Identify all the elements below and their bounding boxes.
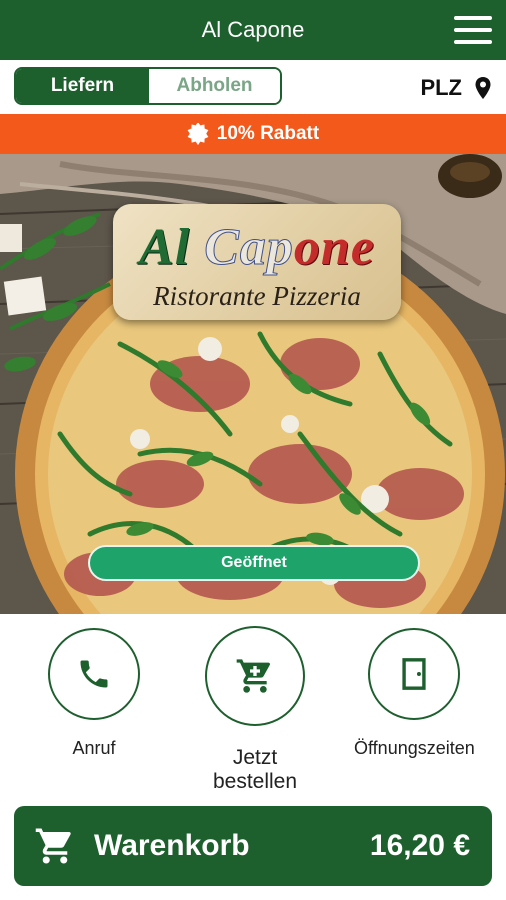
opening-hours-label: Öffnungszeiten bbox=[354, 738, 475, 758]
cart-total: 16,20 € bbox=[369, 829, 470, 862]
opening-hours-circle[interactable] bbox=[368, 628, 460, 720]
call-button[interactable]: Anruf bbox=[34, 628, 154, 759]
tab-pickup[interactable]: Abholen bbox=[149, 69, 280, 103]
logo-word-cap: Cap bbox=[204, 219, 294, 276]
cart-icon bbox=[35, 828, 71, 864]
logo-word-one: one bbox=[293, 219, 375, 276]
cart-icon bbox=[236, 659, 270, 693]
call-circle[interactable] bbox=[48, 628, 140, 720]
cart-button[interactable]: Warenkorb 16,20 € bbox=[14, 806, 492, 886]
opening-hours-button[interactable]: Öffnungszeiten bbox=[354, 628, 475, 759]
door-icon bbox=[402, 658, 426, 690]
call-label: Anruf bbox=[72, 738, 116, 758]
order-now-label: Jetzt bestellen bbox=[212, 746, 298, 793]
hero-image: Al Capone Ristorante Pizzeria Geöffnet bbox=[0, 154, 506, 614]
restaurant-logo: Al Capone Ristorante Pizzeria bbox=[113, 204, 401, 320]
app-header: Al Capone bbox=[0, 0, 506, 60]
status-badge: Geöffnet bbox=[88, 545, 420, 581]
order-now-circle[interactable] bbox=[205, 626, 305, 726]
order-mode-bar: Liefern Abholen PLZ bbox=[0, 60, 506, 114]
badge-icon bbox=[187, 123, 209, 145]
discount-banner: 10% Rabatt bbox=[0, 114, 506, 154]
delivery-mode-toggle: Liefern Abholen bbox=[14, 67, 282, 105]
hamburger-menu-icon[interactable] bbox=[454, 16, 492, 44]
phone-icon bbox=[80, 660, 108, 688]
order-now-button[interactable]: Jetzt bestellen bbox=[190, 626, 320, 794]
cart-label: Warenkorb bbox=[94, 829, 250, 862]
quick-actions: Anruf Jetzt bestellen Öffnungszeiten bbox=[0, 614, 506, 794]
postcode-label: PLZ bbox=[420, 75, 462, 100]
tab-delivery[interactable]: Liefern bbox=[16, 69, 149, 103]
postcode-button[interactable]: PLZ bbox=[420, 73, 492, 103]
app-title: Al Capone bbox=[201, 17, 305, 42]
discount-text: 10% Rabatt bbox=[216, 123, 320, 144]
logo-subtitle: Ristorante Pizzeria bbox=[153, 281, 361, 311]
location-pin-icon bbox=[475, 77, 491, 99]
logo-word-al: Al bbox=[139, 219, 191, 276]
